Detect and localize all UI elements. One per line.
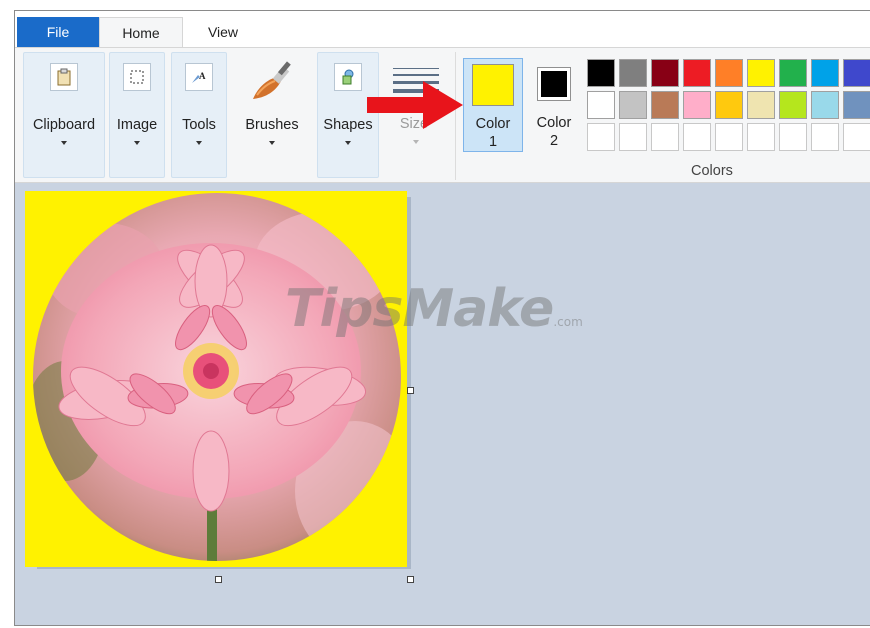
- palette-custom-slot[interactable]: [587, 123, 615, 151]
- paint-window: File Home View Clipboard Image A Tools B…: [14, 10, 870, 626]
- palette-swatch[interactable]: [651, 59, 679, 87]
- brushes-button[interactable]: Brushes: [235, 52, 309, 178]
- chevron-down-icon: [413, 140, 419, 144]
- palette-custom-slot[interactable]: [715, 123, 743, 151]
- palette-custom-slot[interactable]: [779, 123, 807, 151]
- image-label: Image: [116, 117, 158, 133]
- palette-swatch[interactable]: [747, 59, 775, 87]
- palette-custom-slot[interactable]: [683, 123, 711, 151]
- color2-label: Color 2: [536, 115, 572, 149]
- palette-swatch[interactable]: [651, 91, 679, 119]
- shapes-icon: [334, 63, 362, 91]
- ribbon-tabs: File Home View: [15, 11, 870, 48]
- tab-file[interactable]: File: [17, 17, 99, 47]
- dahlia-picture: [33, 193, 401, 561]
- palette-swatch[interactable]: [843, 91, 870, 119]
- palette-custom-slot[interactable]: [619, 123, 647, 151]
- chevron-down-icon: [134, 141, 140, 145]
- palette-swatch[interactable]: [619, 59, 647, 87]
- brushes-label: Brushes: [245, 117, 299, 133]
- resize-handle-bottom[interactable]: [215, 576, 222, 583]
- resize-handle-right[interactable]: [407, 387, 414, 394]
- image-button[interactable]: Image: [109, 52, 165, 178]
- red-arrow-annotation: [367, 81, 463, 129]
- chevron-down-icon: [269, 141, 275, 145]
- tools-button[interactable]: A Tools: [171, 52, 227, 178]
- chevron-down-icon: [196, 141, 202, 145]
- palette-swatch[interactable]: [747, 91, 775, 119]
- tools-label: Tools: [182, 117, 216, 133]
- resize-handle-corner[interactable]: [407, 576, 414, 583]
- palette-custom-slot[interactable]: [651, 123, 679, 151]
- palette-swatch[interactable]: [587, 59, 615, 87]
- canvas-area[interactable]: TipsMake.com: [15, 183, 870, 625]
- palette-swatch[interactable]: [811, 59, 839, 87]
- tab-view[interactable]: View: [185, 17, 261, 47]
- clipboard-button[interactable]: Clipboard: [23, 52, 105, 178]
- select-icon: [123, 63, 151, 91]
- brush-icon: [249, 59, 295, 105]
- color2-button[interactable]: Color 2: [529, 58, 579, 152]
- palette-swatch[interactable]: [619, 91, 647, 119]
- chevron-down-icon: [61, 141, 67, 145]
- palette-swatch[interactable]: [683, 91, 711, 119]
- colors-group-label: Colors: [691, 163, 733, 179]
- color2-swatch: [537, 67, 571, 101]
- palette-swatch[interactable]: [715, 59, 743, 87]
- color1-label: Color 1: [475, 116, 511, 150]
- palette-custom-slot[interactable]: [811, 123, 839, 151]
- watermark: TipsMake.com: [285, 279, 583, 339]
- chevron-down-icon: [345, 141, 351, 145]
- clipboard-icon: [50, 63, 78, 91]
- canvas-image[interactable]: [25, 191, 407, 567]
- tab-home[interactable]: Home: [99, 17, 183, 48]
- palette-swatch[interactable]: [715, 91, 743, 119]
- palette-custom-slot[interactable]: [747, 123, 775, 151]
- palette-swatch[interactable]: [843, 59, 870, 87]
- palette-swatch[interactable]: [779, 59, 807, 87]
- palette-swatch[interactable]: [779, 91, 807, 119]
- palette-swatch[interactable]: [587, 91, 615, 119]
- svg-text:A: A: [199, 71, 206, 81]
- color1-button[interactable]: Color 1: [463, 58, 523, 152]
- palette-swatch[interactable]: [811, 91, 839, 119]
- palette-swatch[interactable]: [683, 59, 711, 87]
- color1-swatch: [472, 64, 514, 106]
- palette-custom-slot[interactable]: [843, 123, 870, 151]
- clipboard-label: Clipboard: [32, 117, 96, 133]
- tools-icon: A: [185, 63, 213, 91]
